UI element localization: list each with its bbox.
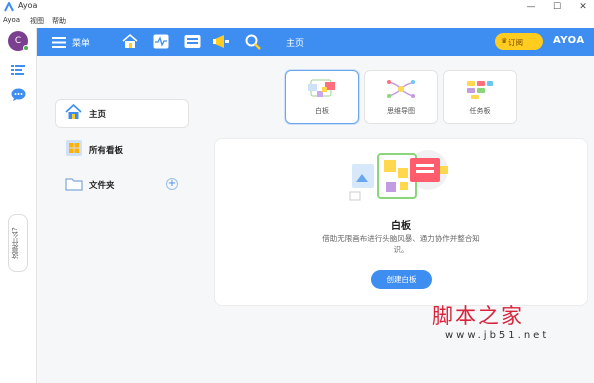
taskboard-icon — [467, 81, 493, 99]
help-tab-label: 这是什么? — [11, 227, 19, 259]
whiteboard-icon — [308, 79, 335, 97]
sidebar-item-label: 主页 — [89, 110, 107, 120]
window-title: Ayoa — [18, 1, 38, 10]
calendar-icon[interactable] — [184, 34, 201, 49]
sidebar-item-label: 所有看板 — [89, 146, 124, 156]
title-bar — [0, 0, 594, 16]
home-icon[interactable] — [122, 34, 138, 49]
watermark-url: www.jb51.net — [445, 330, 550, 341]
close-button[interactable]: ✕ — [572, 0, 594, 14]
online-status-dot — [23, 45, 29, 51]
ayoa-logo-icon — [4, 2, 14, 12]
template-label: 白板 — [315, 107, 329, 115]
search-icon[interactable] — [245, 34, 261, 50]
maximize-button[interactable]: ☐ — [546, 0, 568, 14]
chat-icon[interactable] — [11, 88, 26, 101]
folder-icon — [65, 178, 83, 191]
hamburger-icon[interactable] — [52, 37, 66, 48]
whiteboard-illustration — [349, 150, 448, 201]
list-view-icon[interactable] — [11, 64, 26, 75]
boards-icon — [66, 140, 82, 156]
template-detail-title: 白板 — [391, 221, 411, 232]
activity-icon[interactable] — [153, 34, 169, 49]
watermark-text: 脚本之家 — [432, 304, 524, 328]
template-label: 任务板 — [469, 107, 491, 115]
menu-view[interactable]: 视图 — [30, 16, 44, 26]
page-title: 主页 — [286, 39, 305, 49]
add-folder-button[interactable]: + — [166, 178, 178, 190]
create-whiteboard-label: 创建白板 — [386, 275, 417, 284]
template-label: 思维导图 — [387, 107, 415, 115]
sidebar-item-label: 文件夹 — [89, 181, 115, 191]
menu-help[interactable]: 帮助 — [52, 16, 66, 26]
template-detail-description: 借助无限画布进行头脑风暴、通力协作并整合知识。 — [322, 234, 480, 254]
mindmap-icon — [387, 80, 415, 98]
minimize-button[interactable]: — — [520, 0, 542, 14]
crown-icon: ♛ — [501, 37, 508, 45]
subscribe-label: 订阅 — [508, 38, 523, 47]
home-icon — [65, 104, 82, 119]
left-rail — [0, 28, 37, 383]
brand-logo: AYOA — [553, 35, 585, 46]
megaphone-icon[interactable] — [213, 34, 230, 49]
menu-button[interactable]: 菜单 — [72, 36, 90, 49]
menu-ayoa[interactable]: Ayoa — [3, 16, 20, 24]
